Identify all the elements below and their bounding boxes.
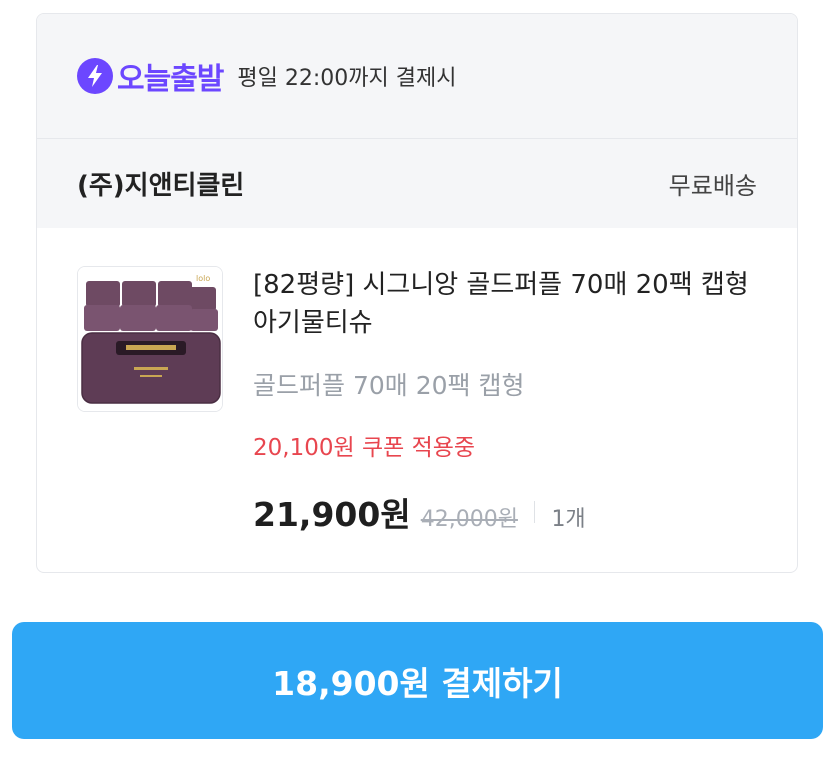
price-row: 21,900원 42,000원 1개 — [253, 488, 773, 536]
quantity: 1개 — [551, 507, 586, 532]
today-delivery-banner: 오늘출발 평일 22:00까지 결제시 — [37, 14, 797, 139]
original-price: 42,000원 — [420, 507, 518, 532]
shipping-fee: 무료배송 — [668, 172, 757, 200]
product-info: [82평량] 시그니앙 골드퍼플 70매 20팩 캡형 아기물티슈 골드퍼플 7… — [253, 266, 773, 536]
product-option: 골드퍼플 70매 20팩 캡형 — [253, 371, 525, 400]
product-item: lolo [82평량] 시그니앙 골드퍼플 70매 20팩 캡형 아기물티슈 골… — [37, 228, 797, 572]
divider — [533, 501, 536, 523]
seller-name[interactable]: (주)지앤티클린 — [77, 165, 244, 202]
delivery-cutoff-text: 평일 22:00까지 결제시 — [237, 66, 457, 91]
order-card: 오늘출발 평일 22:00까지 결제시 (주)지앤티클린 무료배송 lolo [… — [36, 13, 798, 573]
coupon-applied-text: 20,100원 쿠폰 적용중 — [253, 435, 476, 461]
bolt-icon — [77, 58, 113, 94]
seller-header: (주)지앤티클린 무료배송 — [37, 139, 797, 228]
sale-price: 21,900원 — [253, 495, 411, 534]
product-thumbnail[interactable]: lolo — [77, 266, 223, 412]
today-delivery-label: 오늘출발 — [117, 62, 224, 97]
svg-text:lolo: lolo — [196, 274, 210, 283]
pay-button[interactable]: 18,900원 결제하기 — [12, 622, 823, 739]
product-name[interactable]: [82평량] 시그니앙 골드퍼플 70매 20팩 캡형 아기물티슈 — [253, 266, 773, 342]
